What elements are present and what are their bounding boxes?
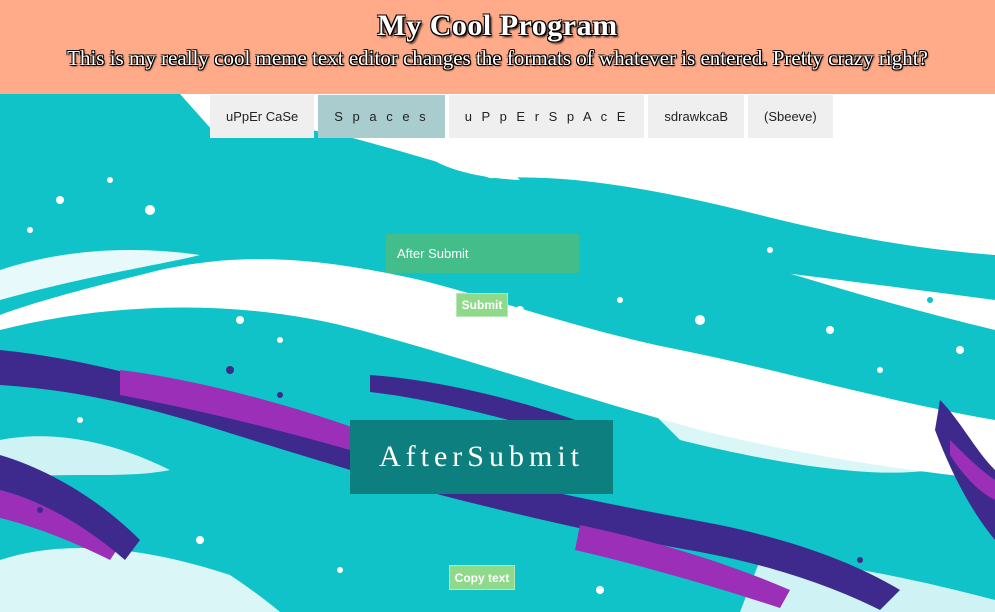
page-subtitle: This is my really cool meme text editor …	[67, 46, 928, 70]
copy-text-button[interactable]: Copy text	[449, 565, 515, 590]
tab-sbeeve[interactable]: (Sbeeve)	[747, 95, 833, 138]
header: My Cool Program This is my really cool m…	[0, 0, 995, 94]
tab-backwards[interactable]: sdrawkcaB	[648, 95, 744, 138]
submit-button[interactable]: Submit	[456, 293, 508, 317]
output-display: AfterSubmit	[350, 420, 613, 494]
tab-upper-space[interactable]: u P p E r S p A c E	[448, 95, 645, 138]
tab-spaces[interactable]: S p a c e s	[318, 95, 445, 138]
tab-upper-case[interactable]: uPpEr CaSe	[210, 95, 315, 138]
mode-tabs: uPpEr CaSe S p a c e s u P p E r S p A c…	[210, 95, 833, 138]
page-title: My Cool Program	[377, 9, 618, 42]
text-input[interactable]	[386, 234, 579, 273]
